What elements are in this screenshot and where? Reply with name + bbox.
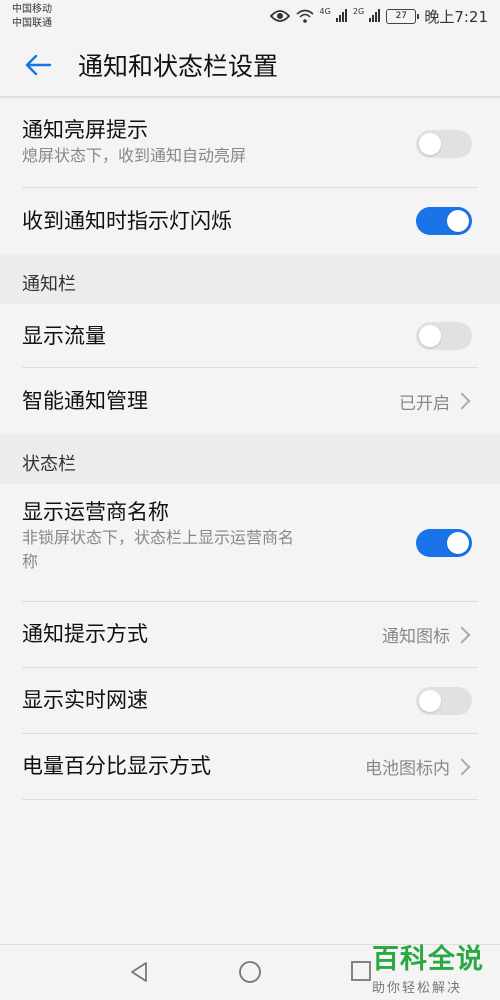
watermark-title: 百科全说 <box>372 944 484 975</box>
setting-label: 显示运营商名称 <box>22 500 169 524</box>
setting-value: 通知图标 <box>382 627 450 647</box>
setting-show-carrier[interactable]: 显示运营商名称 非锁屏状态下，状态栏上显示运营商名 称 <box>22 484 478 602</box>
section-header-status-bar: 状态栏 <box>0 434 500 484</box>
signal-bars-icon <box>369 8 381 22</box>
nav-home-icon[interactable] <box>238 961 262 985</box>
watermark-logo: 百科全说 助你轻松解决 <box>372 937 490 996</box>
setting-label: 显示实时网速 <box>22 688 148 712</box>
settings-list: 通知亮屏提示 熄屏状态下，收到通知自动亮屏 收到通知时指示灯闪烁 通知栏 显示流… <box>0 100 500 800</box>
carrier-2: 中国联通 <box>12 18 52 29</box>
carrier-names: 中国移动 中国联通 <box>12 3 52 31</box>
setting-label: 通知亮屏提示 <box>22 118 148 142</box>
back-arrow-icon <box>25 54 52 76</box>
nav-back-icon[interactable] <box>128 961 150 983</box>
setting-desc-line2: 称 <box>22 552 39 571</box>
nav-recents-icon[interactable] <box>350 961 372 983</box>
chevron-right-icon <box>453 626 471 643</box>
signal-1-tag: 4G <box>319 6 331 16</box>
status-time: 晚上7:21 <box>424 7 488 26</box>
setting-net-speed[interactable]: 显示实时网速 <box>22 668 478 734</box>
setting-show-traffic[interactable]: 显示流量 <box>22 304 478 368</box>
toggle-knob <box>447 531 469 554</box>
setting-label: 收到通知时指示灯闪烁 <box>22 209 232 233</box>
signal-2-tag: 2G <box>352 6 365 16</box>
setting-value: 已开启 <box>399 393 450 414</box>
net-speed-toggle[interactable] <box>416 686 472 715</box>
wake-screen-toggle[interactable] <box>416 129 472 158</box>
status-bar: 中国移动 中国联通 4G 2G 27 晚上7:21 <box>0 0 500 34</box>
page-title: 通知和状态栏设置 <box>78 52 279 81</box>
setting-value: 电池图标内 <box>365 759 450 779</box>
show-carrier-toggle[interactable] <box>416 528 472 557</box>
setting-label: 显示流量 <box>22 324 106 348</box>
setting-wake-screen[interactable]: 通知亮屏提示 熄屏状态下，收到通知自动亮屏 <box>22 100 478 188</box>
carrier-1: 中国移动 <box>12 4 52 15</box>
show-traffic-toggle[interactable] <box>416 321 472 350</box>
setting-desc-line1: 非锁屏状态下，状态栏上显示运营商名 <box>22 528 295 547</box>
chevron-right-icon <box>453 392 471 410</box>
setting-battery-percent[interactable]: 电量百分比显示方式 电池图标内 <box>22 734 478 800</box>
back-button[interactable] <box>0 33 76 97</box>
toggle-knob <box>419 324 441 347</box>
section-header-notification-bar: 通知栏 <box>0 254 500 304</box>
toggle-knob <box>447 210 469 232</box>
led-blink-toggle[interactable] <box>416 207 472 235</box>
signal-2: 2G <box>352 6 381 26</box>
setting-smart-manage[interactable]: 智能通知管理 已开启 <box>22 368 478 434</box>
watermark-subtitle: 助你轻松解决 <box>372 981 463 996</box>
title-bar: 通知和状态栏设置 <box>0 34 500 98</box>
eye-icon <box>269 10 290 22</box>
signal-bars-icon <box>335 8 347 22</box>
battery-icon: 27 <box>386 8 420 24</box>
setting-led-blink[interactable]: 收到通知时指示灯闪烁 <box>22 188 478 254</box>
toggle-knob <box>419 132 441 155</box>
setting-notify-style[interactable]: 通知提示方式 通知图标 <box>22 602 478 668</box>
toggle-knob <box>419 689 441 712</box>
signal-1: 4G <box>320 7 347 26</box>
setting-desc: 熄屏状态下，收到通知自动亮屏 <box>22 146 247 165</box>
wifi-icon <box>296 9 314 23</box>
status-icons: 4G 2G 27 晚上7:21 <box>269 6 488 26</box>
chevron-right-icon <box>453 758 471 775</box>
